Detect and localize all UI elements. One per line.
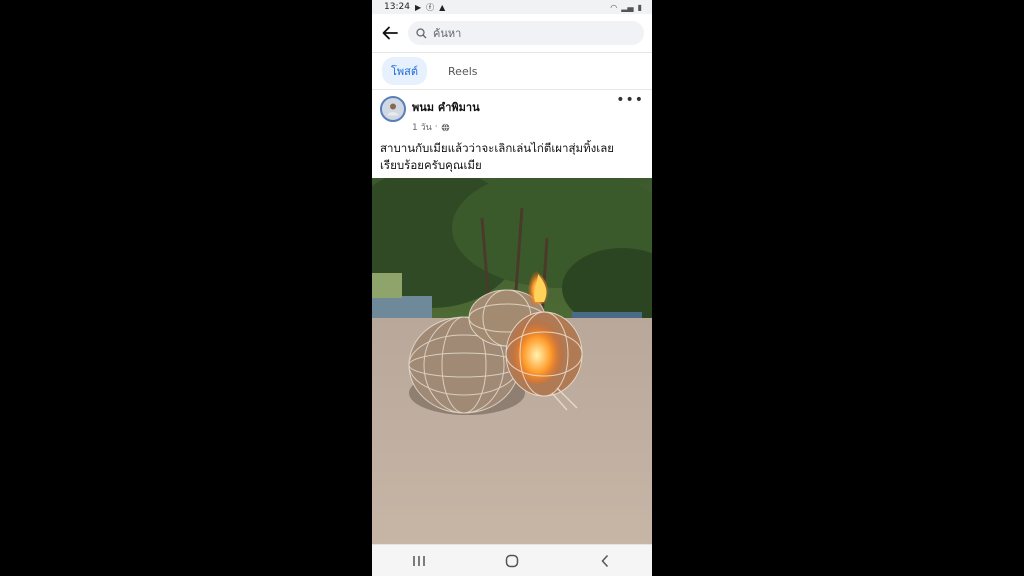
- post-text: สาบานกับเมียแล้วว่าจะเลิกเล่นไก่ตีเผาสุ่…: [380, 140, 644, 174]
- warning-icon: ▲: [439, 2, 446, 12]
- facebook-icon: ⓕ: [426, 2, 435, 12]
- post-photo[interactable]: [372, 178, 652, 544]
- post-author[interactable]: พนม คำพิมาน: [412, 98, 480, 116]
- dot-separator: ·: [434, 122, 438, 132]
- tab-reels[interactable]: Reels: [439, 60, 486, 83]
- search-input[interactable]: ค้นหา: [408, 21, 644, 45]
- post-card: พนม คำพิมาน 1 วัน · ••• สาบานกับเมียแล้ว…: [372, 90, 652, 174]
- search-header: ค้นหา: [372, 14, 652, 53]
- recent-apps-icon: [412, 556, 425, 566]
- avatar-person-icon: [387, 103, 399, 116]
- back-arrow-icon: [382, 26, 398, 40]
- home-button[interactable]: [497, 551, 527, 571]
- tab-posts[interactable]: โพสต์: [382, 57, 428, 85]
- post-time: 1 วัน: [412, 123, 432, 133]
- chevron-left-icon: [601, 554, 609, 568]
- search-placeholder: ค้นหา: [433, 27, 462, 40]
- recent-apps-button[interactable]: [404, 551, 434, 571]
- wifi-icon: ◠: [610, 2, 618, 12]
- filter-tabs: โพสต์ Reels: [372, 53, 652, 90]
- status-bar: 13:24 ▶ ⓕ ▲ ◠ ▂▄ ▮: [372, 0, 652, 14]
- battery-icon: ▮: [637, 2, 642, 12]
- nav-back-button[interactable]: [590, 551, 620, 571]
- signal-icon: ▂▄: [621, 2, 634, 12]
- home-icon: [505, 554, 519, 568]
- back-button[interactable]: [380, 23, 400, 43]
- search-icon: [416, 27, 427, 38]
- globe-icon: [441, 123, 449, 131]
- avatar[interactable]: [380, 96, 406, 122]
- burning-cages-photo: [372, 178, 652, 544]
- youtube-icon: ▶: [414, 2, 422, 12]
- android-nav-bar: [372, 544, 652, 576]
- more-options-button[interactable]: •••: [616, 93, 644, 107]
- status-time: 13:24: [384, 2, 410, 12]
- post-text-line: สาบานกับเมียแล้วว่าจะเลิกเล่นไก่ตีเผาสุ่…: [380, 141, 614, 155]
- post-header: พนม คำพิมาน 1 วัน · •••: [380, 93, 644, 133]
- phone-screen: 13:24 ▶ ⓕ ▲ ◠ ▂▄ ▮ ค้นหา โพสต์ Reels พนม…: [372, 0, 652, 576]
- post-text-line: เรียบร้อยครับคุณเมีย: [380, 158, 482, 172]
